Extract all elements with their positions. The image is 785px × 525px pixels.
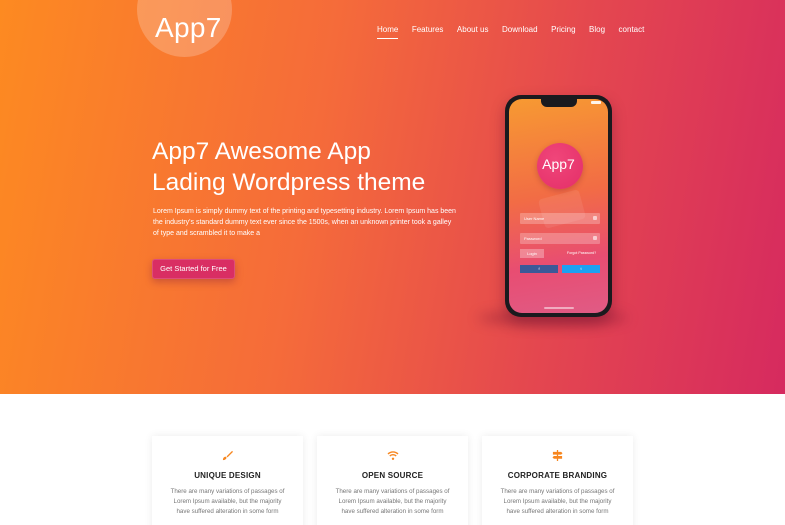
phone-screen: App7 User Name Password Login Forgot Pas… <box>509 99 608 313</box>
twitter-button: t <box>562 265 600 273</box>
app-logo-text: App7 <box>542 156 575 172</box>
feature-description: There are many variations of passages of… <box>335 488 450 515</box>
brand-logo[interactable]: App7 <box>155 12 222 44</box>
get-started-button[interactable]: Get Started for Free <box>152 259 235 279</box>
nav-item-home[interactable]: Home <box>377 25 399 39</box>
feature-card-unique-design: UNIQUE DESIGN There are many variations … <box>152 436 303 525</box>
feature-title: CORPORATE BRANDING <box>507 471 608 480</box>
username-placeholder: User Name <box>524 216 545 221</box>
nav-item-download[interactable]: Download <box>502 25 538 34</box>
hero-headline-line2: Lading Wordpress theme <box>152 169 426 196</box>
feature-title: OPEN SOURCE <box>361 471 424 480</box>
username-field: User Name <box>520 213 600 224</box>
feature-card-open-source: OPEN SOURCE There are many variations of… <box>317 436 468 525</box>
nav-item-contact[interactable]: contact <box>619 25 645 34</box>
hero-intro: Lorem Ipsum is simply dummy text of the … <box>153 208 456 238</box>
feature-description: There are many variations of passages of… <box>500 488 615 515</box>
phone-mockup: App7 User Name Password Login Forgot Pas… <box>505 95 612 317</box>
login-button: Login <box>520 249 544 258</box>
user-icon <box>593 216 597 220</box>
feature-card-corporate-branding: CORPORATE BRANDING There are many variat… <box>482 436 633 525</box>
lock-icon <box>593 236 597 240</box>
hero-headline: App7 Awesome App Lading Wordpress theme <box>152 136 472 198</box>
nav-item-features[interactable]: Features <box>412 25 444 34</box>
hero-section: App7 Home Features About us Download Pri… <box>0 0 785 394</box>
nav-item-pricing[interactable]: Pricing <box>551 25 575 34</box>
facebook-button: f <box>520 265 558 273</box>
main-nav: Home Features About us Download Pricing … <box>377 25 658 39</box>
nav-item-about[interactable]: About us <box>457 25 489 34</box>
battery-icon <box>591 101 601 104</box>
phone-notch <box>541 99 577 107</box>
password-field: Password <box>520 233 600 244</box>
password-placeholder: Password <box>524 236 542 241</box>
feature-title: UNIQUE DESIGN <box>194 471 261 480</box>
nav-item-blog[interactable]: Blog <box>589 25 605 34</box>
feature-description: There are many variations of passages of… <box>170 488 285 515</box>
hero-headline-line1: App7 Awesome App <box>152 138 371 165</box>
home-indicator <box>544 307 574 309</box>
brush-icon <box>152 450 303 464</box>
wifi-icon <box>317 450 468 464</box>
forgot-password-link: Forgot Password? <box>567 251 597 255</box>
signpost-icon <box>482 450 633 464</box>
